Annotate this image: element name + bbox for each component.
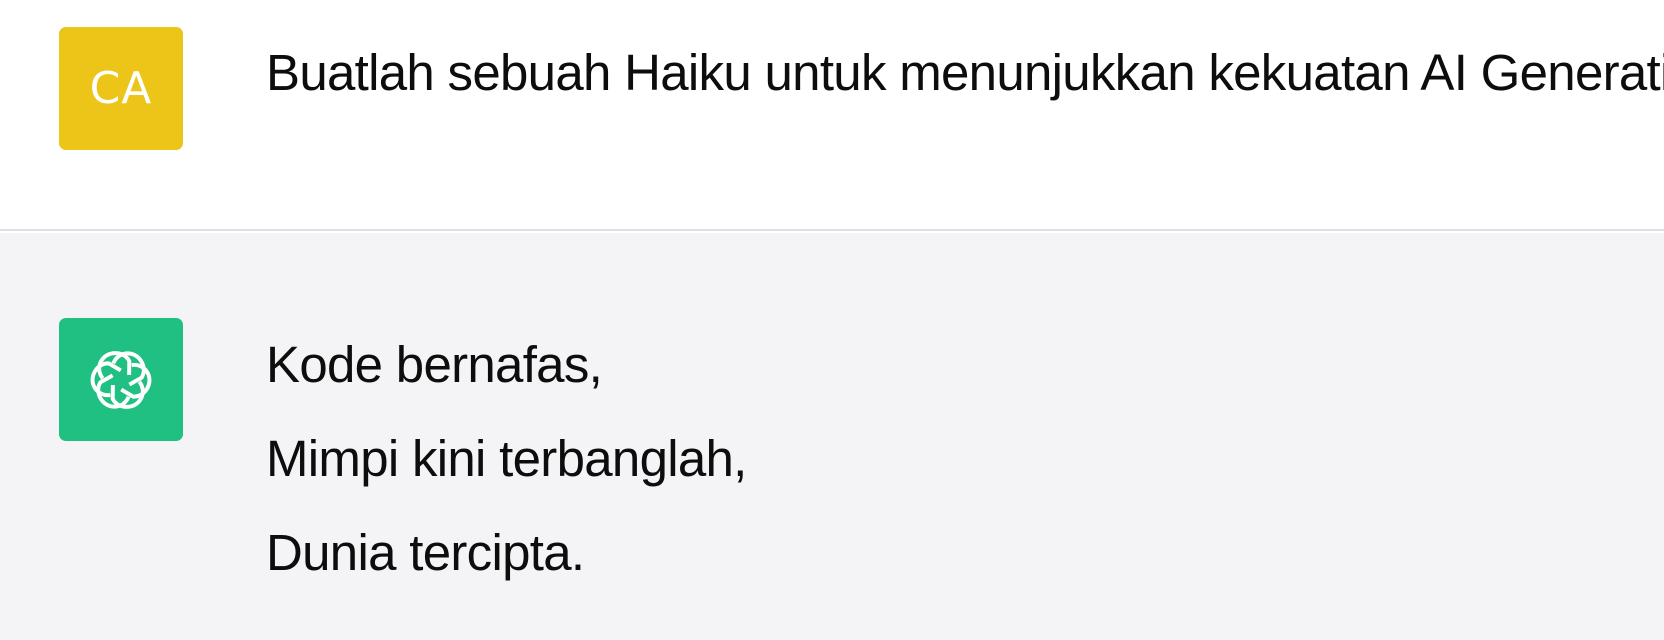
assistant-message: Kode bernafas, Mimpi kini terbanglah, Du… xyxy=(0,233,1664,640)
user-avatar: CA xyxy=(59,27,183,150)
haiku-line-1: Kode bernafas, xyxy=(266,336,603,393)
user-message-text: Buatlah sebuah Haiku untuk menunjukkan k… xyxy=(266,44,1664,101)
assistant-avatar xyxy=(59,318,183,441)
conversation-thread: CA Buatlah sebuah Haiku untuk menunjukka… xyxy=(0,0,1664,640)
haiku-line-3: Dunia tercipta. xyxy=(266,524,585,581)
haiku-line-2: Mimpi kini terbanglah, xyxy=(266,430,747,487)
user-message: CA Buatlah sebuah Haiku untuk menunjukka… xyxy=(0,0,1664,231)
openai-logo-icon xyxy=(90,350,152,409)
user-avatar-initials: CA xyxy=(89,63,153,114)
assistant-response: Kode bernafas, Mimpi kini terbanglah, Du… xyxy=(266,333,747,585)
